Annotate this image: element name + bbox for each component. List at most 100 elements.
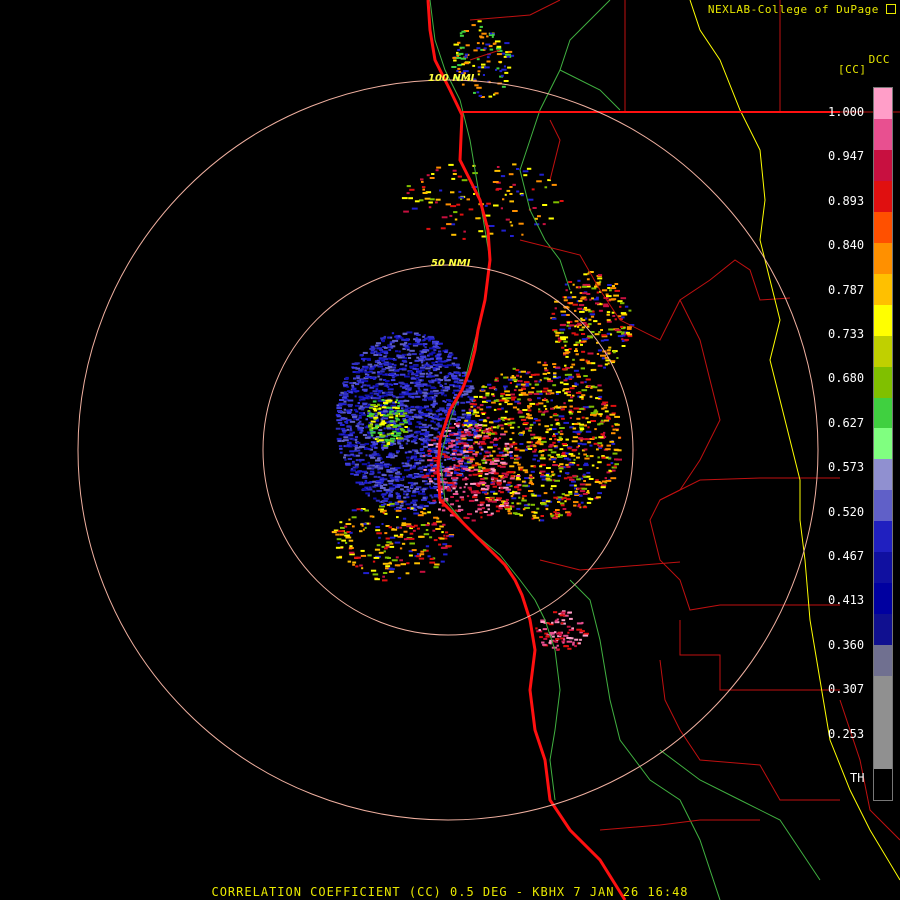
echo-pixel bbox=[375, 526, 380, 528]
echo-pixel bbox=[413, 503, 418, 506]
echo-pixel bbox=[373, 354, 379, 356]
echo-pixel bbox=[345, 445, 351, 448]
echo-pixel bbox=[361, 470, 367, 473]
echo-pixel bbox=[429, 502, 435, 505]
echo-pixel bbox=[408, 395, 412, 398]
echo-pixel bbox=[455, 499, 459, 502]
echo-pixel bbox=[372, 472, 375, 475]
echo-pixel bbox=[512, 512, 518, 515]
echo-pixel bbox=[496, 53, 502, 56]
echo-pixel bbox=[490, 426, 493, 429]
echo-pixel bbox=[485, 451, 491, 454]
echo-pixel bbox=[480, 448, 484, 451]
scale-swatch bbox=[874, 273, 892, 305]
echo-pixel bbox=[500, 427, 504, 430]
echo-pixel bbox=[587, 352, 594, 355]
echo-pixel bbox=[533, 445, 537, 448]
echo-pixel bbox=[590, 386, 593, 389]
echo-pixel bbox=[467, 439, 473, 441]
echo-pixel bbox=[620, 302, 625, 305]
echo-pixel bbox=[584, 457, 590, 460]
echo-pixel bbox=[458, 433, 462, 435]
echo-pixel bbox=[407, 418, 410, 421]
echo-pixel bbox=[583, 475, 587, 478]
echo-pixel bbox=[411, 371, 414, 374]
echo-pixel bbox=[348, 437, 351, 440]
echo-pixel bbox=[383, 414, 389, 417]
echo-pixel bbox=[383, 503, 387, 506]
echo-pixel bbox=[483, 511, 488, 513]
echo-pixel bbox=[558, 436, 562, 439]
echo-pixel bbox=[506, 189, 511, 192]
ring-label-50nmi: 50 NMI bbox=[431, 258, 471, 269]
echo-pixel bbox=[432, 457, 438, 459]
echo-pixel bbox=[341, 396, 347, 399]
echo-pixel bbox=[457, 440, 460, 443]
echo-pixel bbox=[580, 297, 585, 300]
echo-pixel bbox=[577, 433, 581, 436]
echo-pixel bbox=[564, 283, 568, 286]
echo-pixel bbox=[340, 391, 344, 394]
echo-pixel bbox=[468, 208, 474, 211]
echo-pixel bbox=[522, 430, 525, 433]
echo-pixel bbox=[352, 460, 355, 463]
echo-pixel bbox=[539, 465, 543, 468]
echo-pixel bbox=[367, 488, 373, 491]
echo-pixel bbox=[516, 383, 521, 386]
echo-pixel bbox=[518, 222, 524, 225]
echo-pixel bbox=[458, 190, 462, 193]
echo-pixel bbox=[421, 186, 426, 189]
echo-pixel bbox=[372, 390, 378, 393]
echo-pixel bbox=[353, 382, 357, 384]
echo-pixel bbox=[473, 193, 476, 195]
echo-pixel bbox=[504, 193, 507, 196]
echo-pixel bbox=[378, 551, 384, 554]
scale-swatch bbox=[874, 738, 892, 769]
echo-pixel bbox=[429, 198, 435, 201]
echo-pixel bbox=[519, 443, 524, 445]
echo-pixel bbox=[473, 399, 477, 402]
echo-pixel bbox=[378, 407, 382, 410]
echo-pixel bbox=[587, 385, 591, 388]
echo-pixel bbox=[612, 315, 616, 317]
echo-pixel bbox=[598, 436, 604, 439]
echo-pixel bbox=[389, 536, 396, 539]
echo-pixel bbox=[395, 337, 400, 340]
echo-pixel bbox=[574, 492, 579, 495]
echo-pixel bbox=[415, 373, 419, 375]
echo-pixel bbox=[388, 526, 392, 529]
echo-pixel bbox=[427, 335, 434, 338]
echo-pixel bbox=[531, 494, 537, 497]
echo-pixel bbox=[549, 428, 552, 431]
echo-pixel bbox=[601, 407, 605, 410]
echo-pixel bbox=[504, 506, 510, 509]
echo-pixel bbox=[383, 550, 386, 553]
echo-pixel bbox=[600, 339, 605, 342]
echo-pixel bbox=[578, 407, 585, 410]
echo-pixel bbox=[355, 418, 360, 421]
echo-pixel bbox=[365, 418, 368, 421]
echo-pixel bbox=[346, 419, 352, 422]
external-link-icon[interactable] bbox=[886, 4, 896, 14]
echo-pixel bbox=[538, 408, 541, 411]
echo-pixel bbox=[580, 439, 583, 442]
echo-pixel bbox=[577, 442, 583, 445]
scale-swatch bbox=[874, 149, 892, 181]
echo-pixel bbox=[362, 397, 369, 400]
echo-pixel bbox=[586, 501, 592, 504]
echo-pixel bbox=[432, 467, 435, 470]
echo-pixel bbox=[525, 427, 530, 430]
echo-pixel bbox=[339, 451, 343, 454]
echo-pixel bbox=[365, 436, 371, 439]
echo-pixel bbox=[614, 415, 620, 418]
echo-pixel bbox=[434, 451, 439, 454]
echo-pixel bbox=[468, 474, 472, 477]
echo-pixel bbox=[398, 478, 404, 480]
echo-pixel bbox=[532, 450, 537, 453]
echo-pixel bbox=[572, 427, 577, 430]
echo-pixel bbox=[598, 309, 603, 312]
echo-pixel bbox=[609, 298, 615, 301]
echo-pixel bbox=[492, 386, 496, 389]
echo-pixel bbox=[543, 397, 547, 400]
echo-pixel bbox=[364, 526, 367, 529]
